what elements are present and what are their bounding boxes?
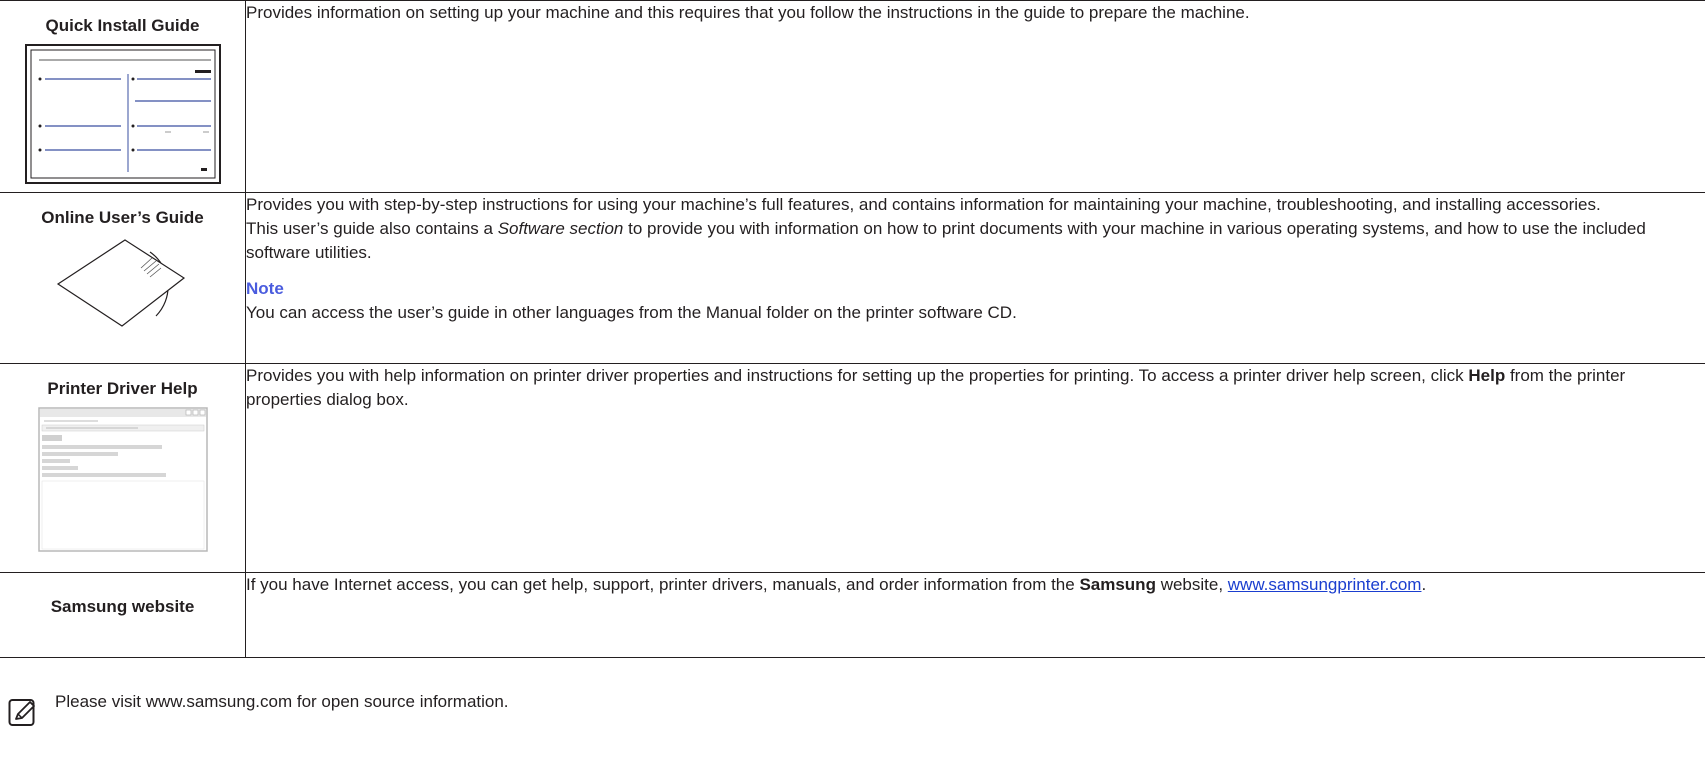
row-description: Provides information on setting up your … [246,3,1250,22]
description-cell: Provides you with help information on pr… [246,364,1705,573]
open-source-note: Please visit www.samsung.com for open so… [55,692,509,711]
table-row: Online User’s Guide Provides you with st… [0,192,1705,364]
table-row: Printer Driver Help Provides you with he… [0,363,1705,573]
label-cell: Quick Install Guide [0,0,246,193]
row-title: Quick Install Guide [45,16,200,35]
row-description-start: Provides you with help information on pr… [246,366,1469,385]
row-title: Printer Driver Help [47,379,198,398]
software-section-emphasis: Software section [497,219,624,238]
row-description-end: . [1421,575,1427,594]
row-title: Online User’s Guide [41,208,204,227]
row-description-line2-start: This user’s guide also contains a [246,219,498,238]
row-description-line1: Provides you with step-by-step instructi… [246,195,1601,214]
row-description-start: If you have Internet access, you can get… [246,575,1080,594]
help-emphasis: Help [1468,366,1506,385]
description-cell: If you have Internet access, you can get… [246,573,1705,658]
table-row: Samsung website If you have Internet acc… [0,572,1705,658]
documentation-table: Quick Install Guide Provides information… [0,0,1705,658]
note-text: You can access the user’s guide in other… [246,303,1017,322]
description-cell: Provides you with step-by-step instructi… [246,193,1705,364]
help-window-thumbnail [37,407,208,552]
samsung-emphasis: Samsung [1079,575,1156,594]
note-heading: Note [246,279,284,298]
quick-install-guide-thumbnail [24,44,221,184]
row-description-middle: website, [1155,575,1228,594]
label-cell: Samsung website [0,572,246,658]
label-cell: Printer Driver Help [0,363,246,573]
table-row: Quick Install Guide Provides information… [0,0,1705,193]
description-cell: Provides information on setting up your … [246,1,1705,193]
samsungprinter-link[interactable]: www.samsungprinter.com [1228,575,1422,594]
note-pencil-icon [8,699,35,726]
row-title: Samsung website [50,597,195,616]
label-cell: Online User’s Guide [0,192,246,364]
cd-icon [56,239,185,327]
